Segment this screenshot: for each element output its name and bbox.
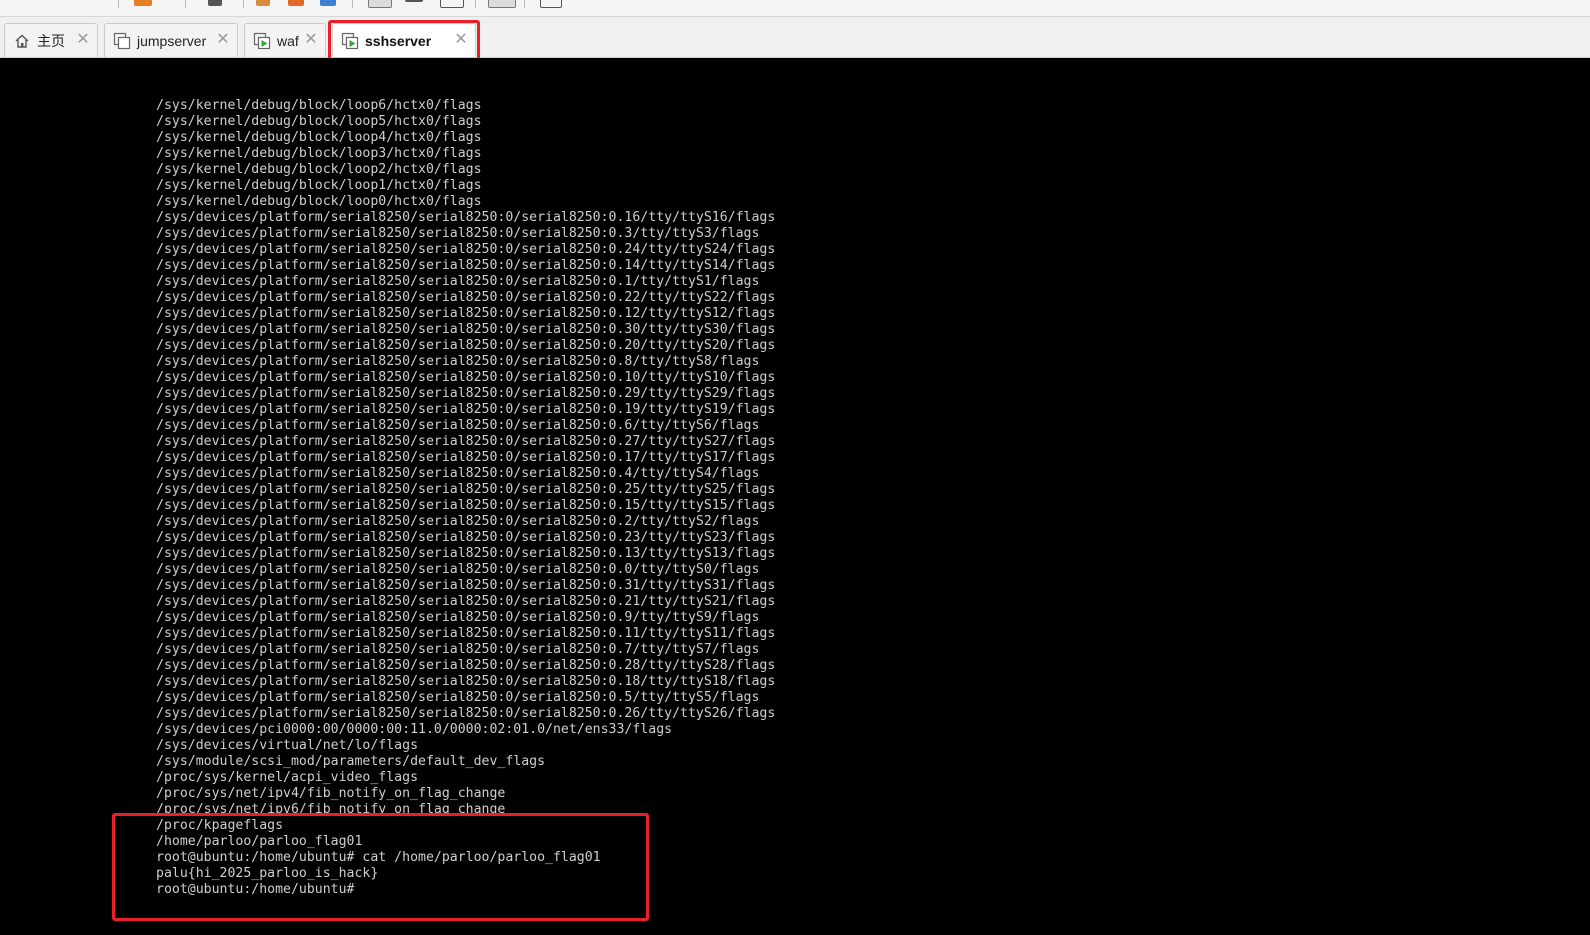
console-line: /sys/devices/platform/serial8250/serial8… <box>156 466 760 481</box>
console-line: /sys/kernel/debug/block/loop4/hctx0/flag… <box>156 130 482 145</box>
console-line: /sys/devices/pci0000:00/0000:00:11.0/000… <box>156 722 673 737</box>
toolbar-button[interactable] <box>256 0 270 6</box>
console-line: /sys/devices/platform/serial8250/serial8… <box>156 386 776 401</box>
tab-sshserver[interactable]: sshserver ✕ <box>332 23 476 57</box>
console-line: /sys/devices/platform/serial8250/serial8… <box>156 338 776 353</box>
home-icon <box>13 32 31 50</box>
toolbar-button[interactable] <box>134 0 152 6</box>
toolbar-separator <box>243 0 244 8</box>
console-line: /sys/devices/platform/serial8250/serial8… <box>156 594 776 609</box>
console-line: /sys/devices/platform/serial8250/serial8… <box>156 674 776 689</box>
console-line: /sys/devices/platform/serial8250/serial8… <box>156 354 760 369</box>
console-line: /sys/devices/platform/serial8250/serial8… <box>156 290 776 305</box>
console-line: /sys/devices/platform/serial8250/serial8… <box>156 626 776 641</box>
console-line: /sys/kernel/debug/block/loop3/hctx0/flag… <box>156 146 482 161</box>
tab-home[interactable]: 主页 ✕ <box>4 23 98 57</box>
toolbar-separator <box>524 0 525 8</box>
toolbar-button[interactable] <box>405 0 423 2</box>
console-line: /sys/devices/platform/serial8250/serial8… <box>156 690 760 705</box>
console-line: /proc/sys/net/ipv6/fib_notify_on_flag_ch… <box>156 802 506 817</box>
console-line: /sys/devices/platform/serial8250/serial8… <box>156 706 776 721</box>
console-line: /sys/devices/platform/serial8250/serial8… <box>156 434 776 449</box>
console-line: /sys/devices/platform/serial8250/serial8… <box>156 498 776 513</box>
toolbar-button[interactable] <box>540 0 562 8</box>
console-line: /sys/devices/platform/serial8250/serial8… <box>156 482 776 497</box>
console-line: /sys/devices/platform/serial8250/serial8… <box>156 226 760 241</box>
console-line: /sys/kernel/debug/block/loop5/hctx0/flag… <box>156 114 482 129</box>
console-line: /home/parloo/parloo_flag01 <box>156 834 363 849</box>
tab-label: waf <box>277 32 299 49</box>
toolbar-button[interactable] <box>208 0 222 6</box>
console-line: /sys/devices/platform/serial8250/serial8… <box>156 642 760 657</box>
console-line: /sys/devices/platform/serial8250/serial8… <box>156 274 760 289</box>
console-line: root@ubuntu:/home/ubuntu# cat /home/parl… <box>156 850 601 865</box>
console-line: /sys/devices/platform/serial8250/serial8… <box>156 242 776 257</box>
vm-running-icon <box>341 32 359 50</box>
console-line: /sys/devices/platform/serial8250/serial8… <box>156 578 776 593</box>
console-line: /sys/devices/platform/serial8250/serial8… <box>156 370 776 385</box>
console-line: /sys/devices/platform/serial8250/serial8… <box>156 610 760 625</box>
tab-waf[interactable]: waf ✕ <box>244 23 326 57</box>
close-icon[interactable]: ✕ <box>215 32 231 48</box>
console-line: /sys/devices/platform/serial8250/serial8… <box>156 306 776 321</box>
console-line: root@ubuntu:/home/ubuntu# <box>156 882 355 897</box>
vm-console[interactable]: /sys/kernel/debug/block/loop6/hctx0/flag… <box>0 58 1590 935</box>
console-line: palu{hi_2025_parloo_is_hack} <box>156 866 379 881</box>
console-line: /sys/devices/virtual/net/lo/flags <box>156 738 419 753</box>
console-line: /sys/devices/platform/serial8250/serial8… <box>156 322 776 337</box>
close-icon[interactable]: ✕ <box>75 32 91 48</box>
console-line: /sys/devices/platform/serial8250/serial8… <box>156 546 776 561</box>
close-icon[interactable]: ✕ <box>453 32 469 48</box>
tab-label: 主页 <box>37 32 65 49</box>
console-line: /sys/module/scsi_mod/parameters/default_… <box>156 754 546 769</box>
console-line: /sys/devices/platform/serial8250/serial8… <box>156 418 760 433</box>
console-line: /sys/devices/platform/serial8250/serial8… <box>156 514 760 529</box>
console-line: /proc/sys/net/ipv4/fib_notify_on_flag_ch… <box>156 786 506 801</box>
toolbar-separator <box>475 0 476 8</box>
toolbar-separator <box>185 0 186 8</box>
console-output: /sys/kernel/debug/block/loop6/hctx0/flag… <box>156 98 775 898</box>
console-line: /sys/devices/platform/serial8250/serial8… <box>156 210 776 225</box>
console-line: /sys/devices/platform/serial8250/serial8… <box>156 562 760 577</box>
toolbar-button[interactable] <box>368 0 392 8</box>
console-line: /sys/kernel/debug/block/loop0/hctx0/flag… <box>156 194 482 209</box>
toolbar-separator <box>118 0 119 8</box>
console-line: /proc/kpageflags <box>156 818 284 833</box>
console-line: /sys/kernel/debug/block/loop2/hctx0/flag… <box>156 162 482 177</box>
vm-icon <box>113 32 131 50</box>
close-icon[interactable]: ✕ <box>303 32 319 48</box>
vm-running-icon <box>253 32 271 50</box>
tab-jumpserver[interactable]: jumpserver ✕ <box>104 23 238 57</box>
toolbar-button[interactable] <box>440 0 464 8</box>
console-line: /sys/kernel/debug/block/loop6/hctx0/flag… <box>156 98 482 113</box>
tab-bar: 主页 ✕ jumpserver ✕ waf ✕ sshserver ✕ <box>0 17 1590 58</box>
tab-label: jumpserver <box>137 32 207 49</box>
toolbar-button[interactable] <box>320 0 336 6</box>
toolbar <box>0 0 1590 17</box>
console-line: /sys/devices/platform/serial8250/serial8… <box>156 450 776 465</box>
toolbar-separator <box>352 0 353 8</box>
console-line: /sys/devices/platform/serial8250/serial8… <box>156 530 776 545</box>
tab-label: sshserver <box>365 32 432 49</box>
console-line: /sys/devices/platform/serial8250/serial8… <box>156 658 776 673</box>
toolbar-button[interactable] <box>288 0 304 6</box>
console-line: /proc/sys/kernel/acpi_video_flags <box>156 770 419 785</box>
console-line: /sys/devices/platform/serial8250/serial8… <box>156 258 776 273</box>
toolbar-button[interactable] <box>488 0 516 8</box>
console-line: /sys/devices/platform/serial8250/serial8… <box>156 402 776 417</box>
console-line: /sys/kernel/debug/block/loop1/hctx0/flag… <box>156 178 482 193</box>
